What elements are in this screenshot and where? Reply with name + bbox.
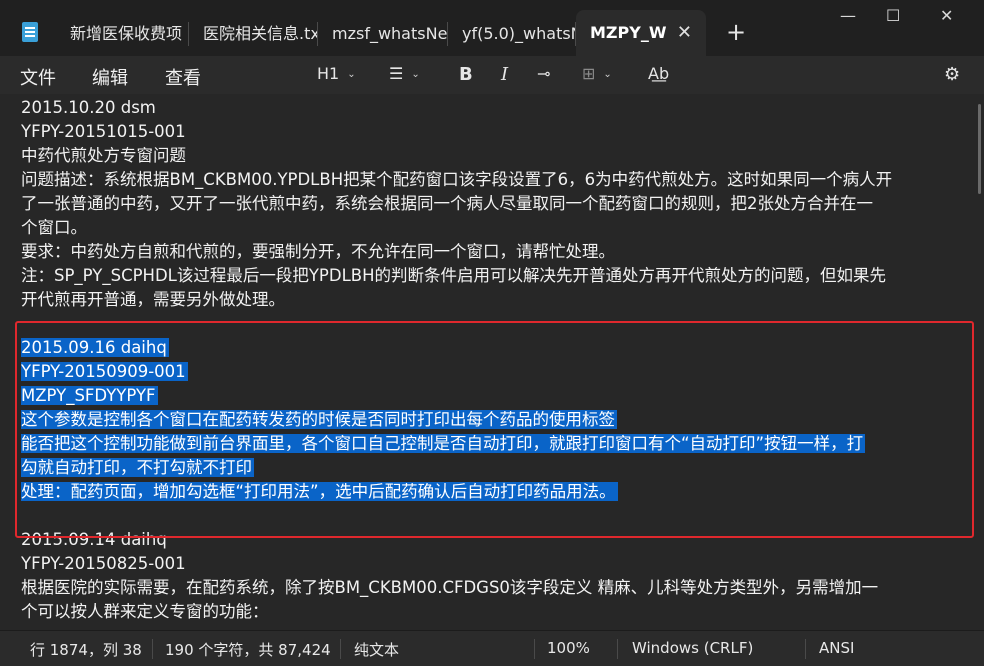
tab-active[interactable]: MZPY_W ✕ bbox=[576, 10, 706, 56]
scrollbar-thumb[interactable] bbox=[978, 104, 981, 194]
status-divider bbox=[340, 639, 341, 659]
chevron-down-icon: ⌄ bbox=[411, 69, 420, 80]
maximize-icon[interactable]: ☐ bbox=[886, 6, 900, 25]
tab-4[interactable]: yf(5.0)_whatsNe bbox=[448, 22, 576, 46]
window-close-icon[interactable]: ✕ bbox=[940, 6, 953, 25]
text-editor[interactable]: 2015.10.20 dsm YFPY-20151015-001 中药代煎处方专… bbox=[0, 94, 984, 630]
status-divider bbox=[617, 639, 618, 659]
tab-label: mzsf_whatsNew bbox=[332, 24, 448, 43]
tab-label: MZPY_W bbox=[590, 23, 667, 42]
menu-view[interactable]: 查看 bbox=[165, 64, 201, 90]
menu-file[interactable]: 文件 bbox=[20, 64, 56, 90]
text-line: 根据医院的实际需要，在配药系统，除了按BM_CKBM00.CFDGS0该字段定义… bbox=[21, 578, 879, 597]
list-dropdown[interactable]: ☰ ⌄ bbox=[389, 64, 420, 83]
tab-label: 新增医保收费项 bbox=[70, 24, 183, 43]
text-line: 2015.09.14 daihq bbox=[21, 530, 167, 549]
selected-text-line: 处理：配药页面，增加勾选框“打印用法”，选中后配药确认后自动打印药品用法。 bbox=[21, 482, 618, 501]
tab-3[interactable]: mzsf_whatsNew bbox=[318, 22, 448, 46]
text-line: 问题描述：系统根据BM_CKBM00.YPDLBH把某个配药窗口该字段设置了6，… bbox=[21, 170, 893, 189]
selected-text-line: 这个参数是控制各个窗口在配药转发药的时候是否同时打印出每个药品的使用标签 bbox=[21, 410, 617, 429]
selected-text-line: YFPY-20150909-001 bbox=[21, 362, 188, 381]
text-line: 注：SP_PY_SCPHDL该过程最后一段把YPDLBH的判断条件启用可以解决先… bbox=[21, 266, 886, 285]
tab-label: yf(5.0)_whatsNe bbox=[462, 24, 575, 43]
text-line: 要求：中药处方自煎和代煎的，要强制分开，不允许在同一个窗口，请帮忙处理。 bbox=[21, 242, 615, 261]
table-icon: ⊞ bbox=[582, 64, 596, 83]
tab-label: 医院相关信息.tx bbox=[203, 24, 318, 43]
minimize-icon[interactable]: — bbox=[840, 6, 856, 25]
line-ending[interactable]: Windows (CRLF) bbox=[632, 639, 753, 657]
status-divider bbox=[152, 639, 153, 659]
selected-text-line: 2015.09.16 daihq bbox=[21, 338, 169, 357]
settings-icon[interactable]: ⚙ bbox=[944, 64, 960, 85]
menu-toolbar: 文件 编辑 查看 H1 ⌄ ☰ ⌄ B I ⊸ ⊞ ⌄ A͟b ⚙ bbox=[0, 56, 984, 94]
new-tab-button[interactable]: + bbox=[726, 18, 746, 46]
italic-button[interactable]: I bbox=[501, 64, 508, 85]
zoom-level[interactable]: 100% bbox=[547, 639, 590, 657]
text-line: 开代煎再开普通，需要另外做处理。 bbox=[21, 290, 285, 309]
tab-2[interactable]: 医院相关信息.tx bbox=[189, 22, 318, 46]
selected-text-line: 能否把这个控制功能做到前台界面里，各个窗口自己控制是否自动打印，就跟打印窗口有个… bbox=[21, 434, 866, 453]
notepad-app-icon bbox=[22, 22, 38, 42]
bold-button[interactable]: B bbox=[459, 64, 473, 85]
selected-text-line: MZPY_SFDYYPYF bbox=[21, 386, 158, 405]
chevron-down-icon: ⌄ bbox=[347, 69, 356, 80]
text-line: 了一张普通的中药，又开了一张代煎中药，系统会根据同一个病人尽量取同一个配药窗口的… bbox=[21, 194, 873, 213]
text-line: 个窗口。 bbox=[21, 218, 87, 237]
spellcheck-icon[interactable]: A͟b bbox=[648, 64, 669, 83]
title-bar: 新增医保收费项 医院相关信息.tx mzsf_whatsNew yf(5.0)_… bbox=[0, 0, 984, 56]
text-line: YFPY-20151015-001 bbox=[21, 122, 186, 141]
menu-edit[interactable]: 编辑 bbox=[92, 64, 128, 90]
cursor-position[interactable]: 行 1874，列 38 bbox=[30, 639, 142, 660]
heading-label: H1 bbox=[317, 64, 340, 83]
text-format[interactable]: 纯文本 bbox=[354, 639, 399, 660]
selected-text-line: 勾就自动打印，不打勾就不打印 bbox=[21, 458, 254, 477]
status-divider bbox=[805, 639, 806, 659]
link-icon[interactable]: ⊸ bbox=[537, 64, 550, 83]
status-bar: 行 1874，列 38 190 个字符，共 87,424 纯文本 100% Wi… bbox=[0, 630, 984, 666]
text-line: YFPY-20150825-001 bbox=[21, 554, 186, 573]
chevron-down-icon: ⌄ bbox=[603, 69, 612, 80]
encoding[interactable]: ANSI bbox=[819, 639, 854, 657]
list-icon: ☰ bbox=[389, 64, 404, 83]
heading-dropdown[interactable]: H1 ⌄ bbox=[317, 64, 356, 83]
tab-1[interactable]: 新增医保收费项 bbox=[56, 22, 189, 46]
status-divider bbox=[534, 639, 535, 659]
close-tab-icon[interactable]: ✕ bbox=[677, 10, 692, 56]
text-line: 中药代煎处方专窗问题 bbox=[21, 146, 186, 165]
table-dropdown[interactable]: ⊞ ⌄ bbox=[582, 64, 612, 83]
text-line: 2015.10.20 dsm bbox=[21, 98, 156, 117]
character-count: 190 个字符，共 87,424 bbox=[165, 641, 331, 659]
text-line: 个可以按人群来定义专窗的功能： bbox=[21, 602, 269, 621]
